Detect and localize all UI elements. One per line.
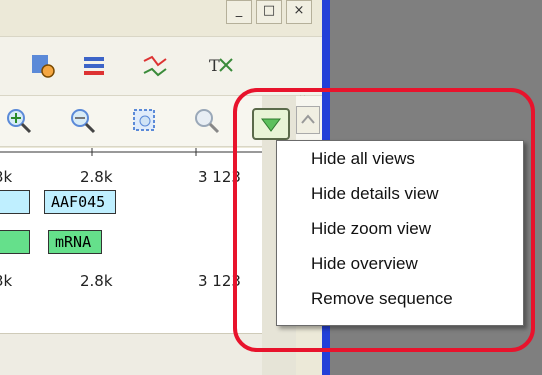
scroll-up-button[interactable] <box>296 106 320 134</box>
ruler-label: 3 123 <box>198 168 241 186</box>
bottom-toolbar-strip <box>0 333 262 375</box>
feature-arrow-left-cyan[interactable] <box>0 190 30 214</box>
sequence-details-view: 3k 2.8k 3 123 AAF045 mRNA 3k 2.8k 3 123 <box>0 148 262 333</box>
svg-text:T: T <box>209 56 220 75</box>
toolbar-top: T » <box>0 36 323 108</box>
view-options-menu: Hide all views Hide details view Hide zo… <box>276 140 524 326</box>
feature-arrow-left-green[interactable] <box>0 230 30 254</box>
minimize-button[interactable]: _ <box>226 0 252 24</box>
zoom-selection-icon[interactable] <box>130 106 160 136</box>
menu-item-hide-overview[interactable]: Hide overview <box>277 246 523 281</box>
menu-item-hide-all-views[interactable]: Hide all views <box>277 141 523 176</box>
view-options-dropdown-button[interactable] <box>252 108 290 140</box>
sequence-view-panel: _ □ × T » <box>0 0 323 375</box>
ruler-label: 3k <box>0 272 13 290</box>
zoom-reset-icon[interactable] <box>192 106 222 136</box>
alignment-icon[interactable] <box>140 51 170 81</box>
annotations-icon[interactable] <box>80 51 110 81</box>
menu-item-hide-details-view[interactable]: Hide details view <box>277 176 523 211</box>
ruler-line-top <box>0 148 262 156</box>
close-button[interactable]: × <box>286 0 312 24</box>
zoom-in-icon[interactable] <box>4 106 34 136</box>
zoom-out-icon[interactable] <box>68 106 98 136</box>
sequence-search-icon[interactable] <box>28 51 58 81</box>
triangle-down-icon <box>261 118 281 132</box>
menu-item-remove-sequence[interactable]: Remove sequence <box>277 281 523 316</box>
chevron-up-icon <box>301 114 315 124</box>
ruler-label: 2.8k <box>80 272 113 290</box>
menu-item-hide-zoom-view[interactable]: Hide zoom view <box>277 211 523 246</box>
window-controls: _ □ × <box>226 0 312 28</box>
ruler-label: 3k <box>0 168 13 186</box>
maximize-button[interactable]: □ <box>256 0 282 24</box>
feature-aaf045[interactable]: AAF045 <box>44 190 117 214</box>
ruler-label: 3 123 <box>198 272 241 290</box>
ruler-label: 2.8k <box>80 168 113 186</box>
feature-mrna[interactable]: mRNA <box>48 230 103 254</box>
translation-icon[interactable]: T <box>206 51 236 81</box>
